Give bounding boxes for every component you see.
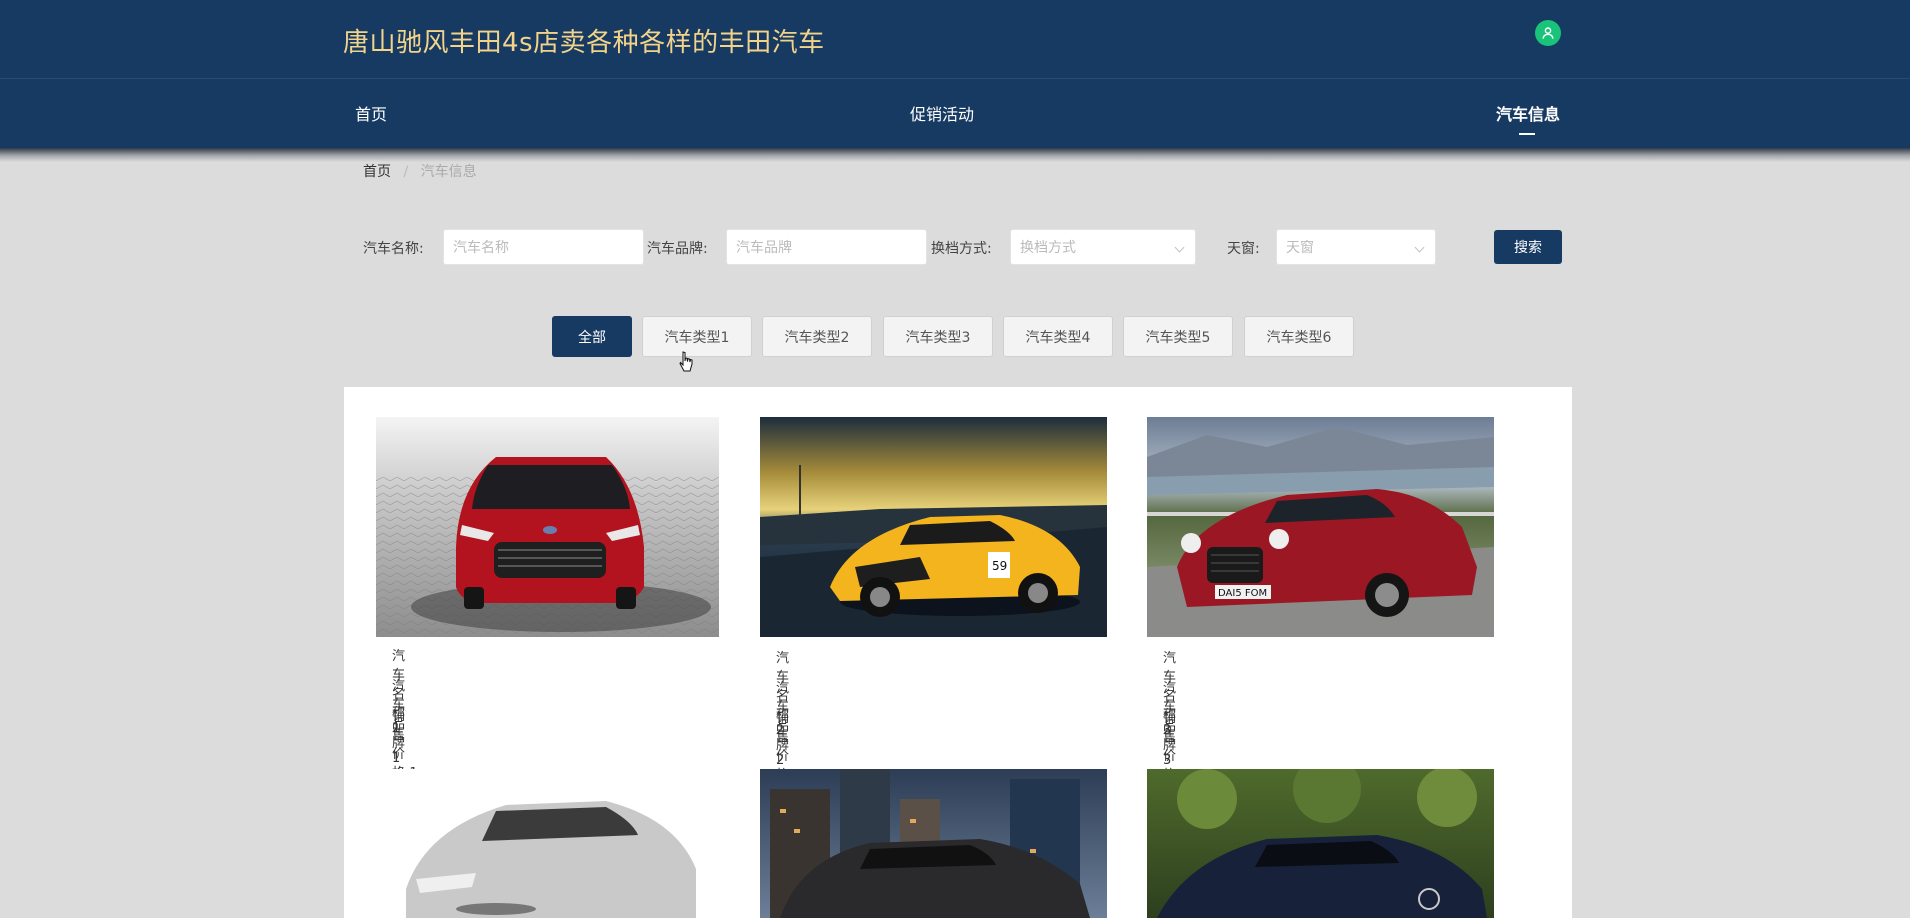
nav-promotions[interactable]: 促销活动	[910, 101, 974, 125]
car-brand-label: 汽车品牌:	[647, 241, 708, 257]
sunroof-placeholder: 天窗	[1286, 240, 1314, 256]
category-type-5[interactable]: 汽车类型5	[1123, 316, 1233, 357]
car-brand-input[interactable]: 汽车品牌	[726, 229, 927, 265]
category-type-4[interactable]: 汽车类型4	[1003, 316, 1113, 357]
red-coupe-image: DAI5 FOM	[1147, 417, 1494, 637]
nav-shadow	[0, 148, 1910, 162]
user-glyph-icon	[1542, 27, 1554, 39]
silver-sedan-image	[376, 769, 719, 918]
car-name-input[interactable]: 汽车名称	[443, 229, 644, 265]
car-list-panel: 汽车名称1 汽车品牌1 销售价格:1	[344, 387, 1572, 918]
gear-type-label: 换档方式:	[931, 241, 992, 257]
sunroof-label: 天窗:	[1227, 241, 1260, 257]
breadcrumb: 首页 / 汽车信息	[363, 161, 477, 181]
car-image[interactable]	[760, 769, 1107, 918]
dark-suv-city-image	[760, 769, 1107, 918]
breadcrumb-current: 汽车信息	[420, 164, 477, 180]
gear-type-placeholder: 换档方式	[1020, 240, 1076, 256]
svg-text:59: 59	[992, 559, 1007, 573]
car-image[interactable]	[1147, 769, 1494, 918]
navy-coupe-image	[1147, 769, 1494, 918]
main-nav: 首页 促销活动 汽车信息	[0, 78, 1910, 148]
nav-home[interactable]: 首页	[355, 101, 387, 125]
top-header: 唐山驰风丰田4s店卖各种各样的丰田汽车	[0, 0, 1910, 78]
car-image[interactable]	[376, 417, 719, 637]
mouse-pointer-icon	[679, 351, 693, 372]
red-sedan-image	[376, 417, 719, 637]
breadcrumb-separator: /	[403, 164, 409, 180]
search-button[interactable]: 搜索	[1494, 230, 1562, 264]
nav-active-indicator	[1519, 133, 1535, 135]
chevron-down-icon	[1174, 242, 1185, 253]
car-image[interactable]: DAI5 FOM	[1147, 417, 1494, 637]
category-all[interactable]: 全部	[552, 316, 632, 357]
sunroof-select[interactable]: 天窗	[1276, 229, 1436, 265]
user-icon[interactable]	[1535, 20, 1561, 46]
category-type-2[interactable]: 汽车类型2	[762, 316, 872, 357]
category-type-3[interactable]: 汽车类型3	[883, 316, 993, 357]
category-type-1[interactable]: 汽车类型1	[642, 316, 752, 357]
site-title: 唐山驰风丰田4s店卖各种各样的丰田汽车	[343, 28, 825, 58]
nav-car-info[interactable]: 汽车信息	[1496, 101, 1560, 125]
category-type-6[interactable]: 汽车类型6	[1244, 316, 1354, 357]
yellow-sports-car-image: 59	[760, 417, 1107, 637]
car-image[interactable]	[376, 769, 719, 918]
svg-text:DAI5 FOM: DAI5 FOM	[1218, 588, 1267, 599]
breadcrumb-home[interactable]: 首页	[363, 164, 391, 180]
car-image[interactable]: 59	[760, 417, 1107, 637]
chevron-down-icon	[1414, 242, 1425, 253]
gear-type-select[interactable]: 换档方式	[1010, 229, 1196, 265]
car-name-label: 汽车名称:	[363, 241, 424, 257]
